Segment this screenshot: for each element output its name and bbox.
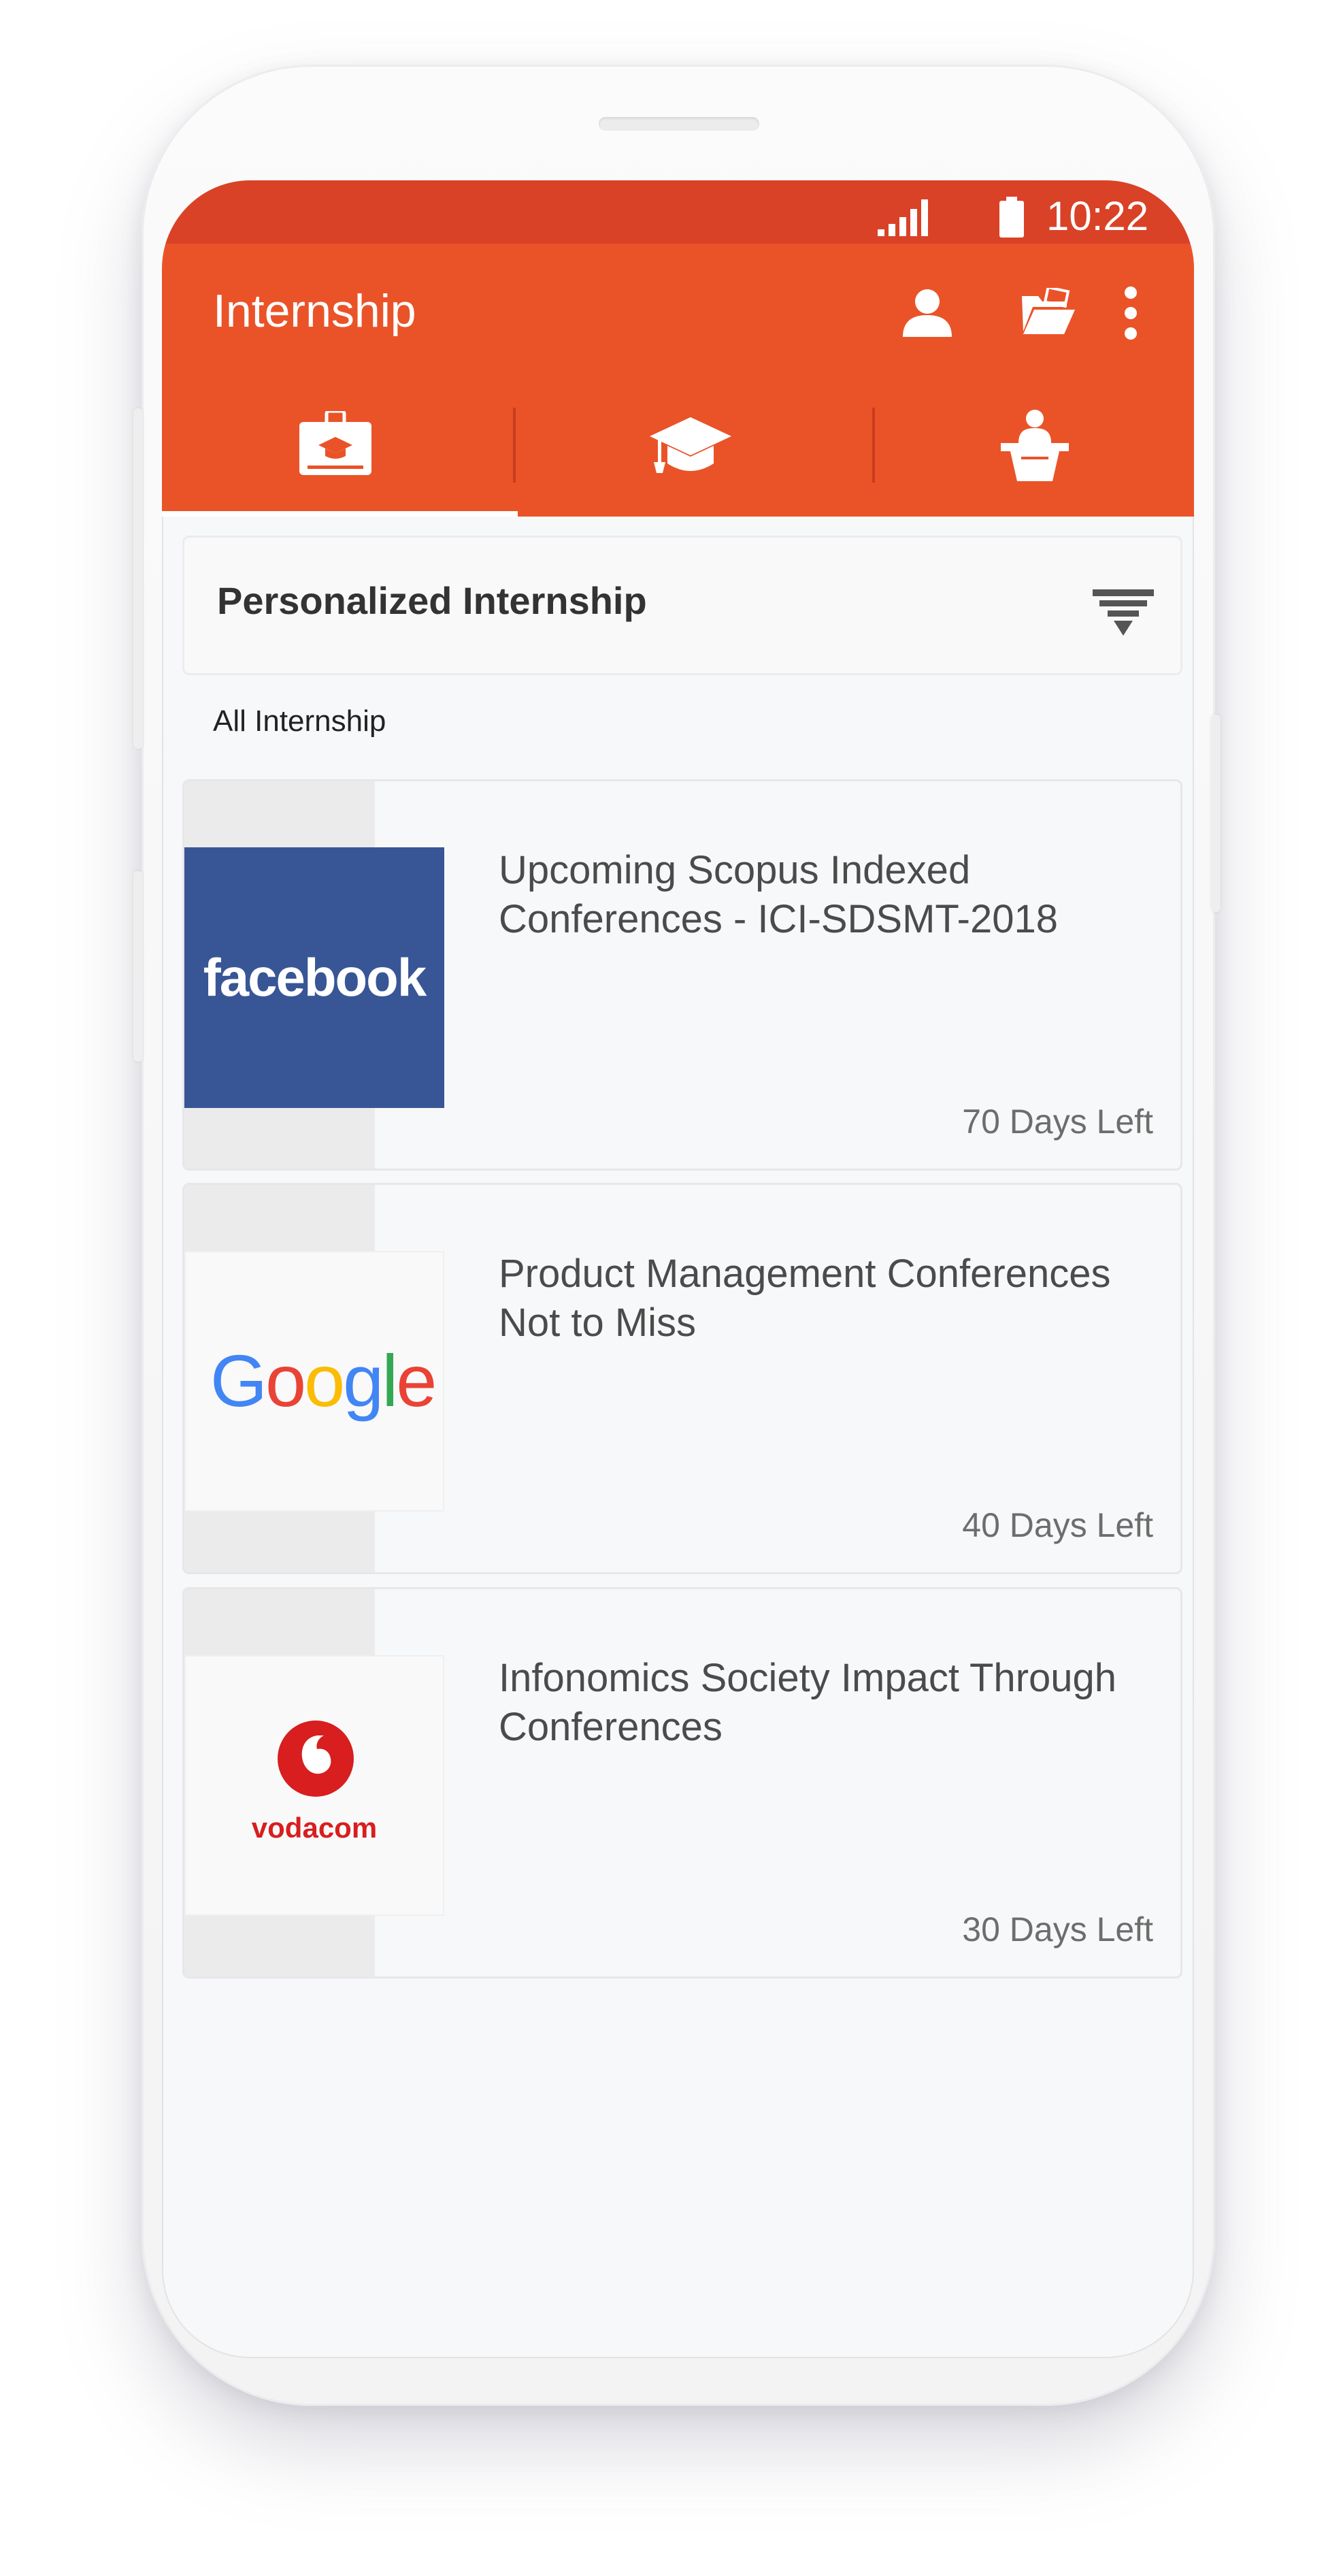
status-bar: 10:22	[162, 180, 1194, 244]
internship-card[interactable]: vodacom Infonomics Society Impact Throug…	[182, 1587, 1182, 1978]
section-label: All Internship	[213, 704, 386, 738]
card-title: Product Management Conferences Not to Mi…	[499, 1252, 1111, 1345]
google-logo: Google	[184, 1251, 444, 1512]
tab-bar	[162, 380, 1194, 517]
card-deadline: 70 Days Left	[962, 1103, 1153, 1141]
tab-internship[interactable]	[162, 380, 505, 517]
card-deadline: 30 Days Left	[962, 1910, 1153, 1949]
graduation-cap-icon	[650, 417, 731, 473]
filter-card[interactable]: Personalized Internship	[182, 536, 1182, 675]
internship-card[interactable]: Google Product Management Conferences No…	[182, 1183, 1182, 1574]
phone-volume-button	[133, 871, 143, 1062]
card-title: Upcoming Scopus Indexed Conferences - IC…	[499, 848, 1058, 941]
status-time: 10:22	[1046, 193, 1149, 239]
speaker-podium-icon	[1001, 410, 1069, 481]
card-deadline: 40 Days Left	[962, 1506, 1153, 1544]
phone-side-button	[133, 408, 143, 749]
signal-icon	[878, 199, 928, 236]
tab-conferences[interactable]	[875, 380, 1194, 517]
person-icon[interactable]	[901, 288, 953, 337]
filter-icon[interactable]	[1093, 589, 1154, 637]
facebook-logo: facebook	[184, 847, 444, 1108]
tab-education[interactable]	[516, 380, 859, 517]
battery-icon	[999, 197, 1024, 238]
folder-open-icon[interactable]	[1019, 288, 1076, 336]
vodacom-logo: vodacom	[184, 1655, 444, 1916]
card-title: Infonomics Society Impact Through Confer…	[499, 1656, 1117, 1749]
internship-card[interactable]: facebook Upcoming Scopus Indexed Confere…	[182, 779, 1182, 1171]
filter-title: Personalized Internship	[217, 579, 647, 622]
app-title: Internship	[213, 285, 416, 337]
more-vert-icon[interactable]	[1123, 286, 1139, 340]
phone-speaker	[599, 117, 759, 131]
phone-power-button	[1211, 715, 1221, 912]
app-bar: Internship	[162, 244, 1194, 380]
vodacom-speechmark-icon	[278, 1721, 354, 1797]
id-badge-icon	[299, 411, 371, 475]
app-screen: 10:22 Internship Personalized Internship…	[162, 180, 1194, 2358]
tab-selected-indicator	[162, 511, 518, 517]
